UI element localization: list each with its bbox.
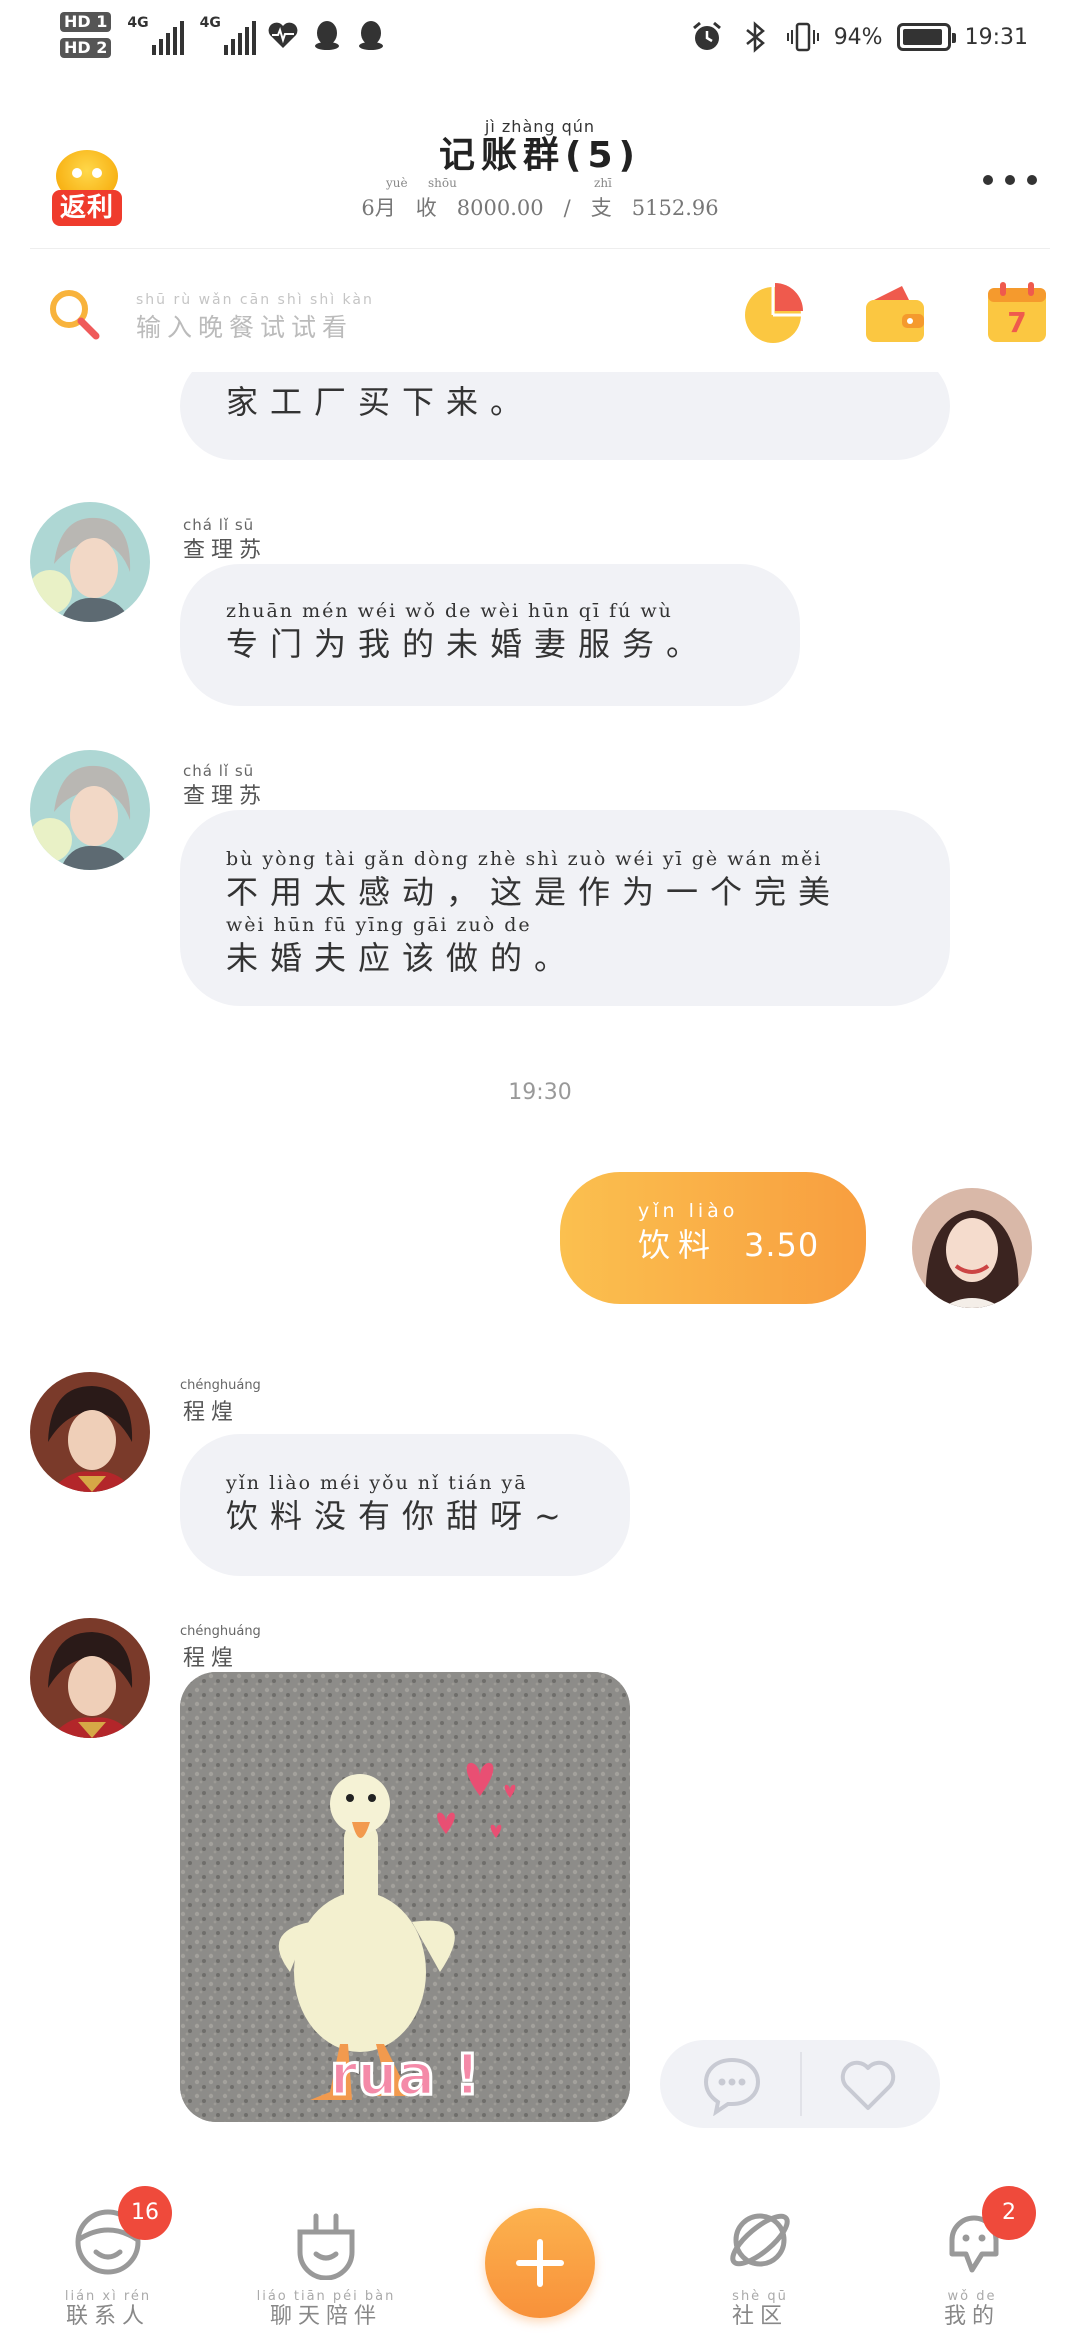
expense-category: 饮料 bbox=[638, 1226, 719, 1264]
expense-record-bubble[interactable]: yǐn liào 饮料 3.50 bbox=[560, 1172, 866, 1304]
signal-1-icon: 4G bbox=[127, 15, 184, 55]
nav-community[interactable]: shè qū 社区 bbox=[680, 2200, 840, 2330]
avatar-charlie-su[interactable] bbox=[30, 502, 150, 622]
bottom-nav: 16 lián xì rén 联系人 liáo tiān péi bàn 聊天陪… bbox=[0, 2180, 1080, 2340]
header-divider bbox=[30, 248, 1050, 249]
message-bubble-partial[interactable]: 家工厂买下来。 bbox=[180, 372, 950, 460]
search-row: shū rù wǎn cān shì shì kàn 输入晚餐试试看 7 bbox=[0, 262, 1080, 370]
nav-label: 聊天陪伴 bbox=[269, 2304, 382, 2329]
expense-label: 支 bbox=[590, 196, 612, 220]
sticker-caption: rua ! bbox=[328, 2042, 481, 2110]
expense-value: 5152.96 bbox=[631, 196, 719, 220]
nav-contacts[interactable]: 16 lián xì rén 联系人 bbox=[28, 2186, 188, 2330]
qq-icon bbox=[314, 21, 339, 50]
expense-amount: 3.50 bbox=[744, 1226, 820, 1264]
alarm-icon bbox=[692, 21, 721, 50]
battery-percent: 94% bbox=[833, 24, 883, 50]
sim1-indicator: HD 1 bbox=[60, 12, 112, 32]
chat-companion-icon bbox=[297, 2213, 355, 2281]
income-value: 8000.00 bbox=[456, 196, 544, 220]
income-label: 收 bbox=[415, 196, 437, 220]
add-record-button[interactable] bbox=[485, 2208, 595, 2318]
avatar-cheng-huang[interactable] bbox=[30, 1372, 150, 1492]
pie-chart-icon[interactable] bbox=[740, 280, 806, 346]
message-bubble[interactable]: zhuān mén wéi wǒ de wèi hūn qī fú wù 专门为… bbox=[180, 564, 800, 706]
message-bubble[interactable]: yǐn liào méi yǒu nǐ tián yā 饮料没有你甜呀~ bbox=[180, 1434, 630, 1576]
qq-icon bbox=[358, 21, 383, 50]
chat-title-block: jì zhàng qún 记账群(5) bbox=[0, 118, 1080, 176]
title-pinyin: jì zhàng qún bbox=[484, 117, 596, 136]
more-options-button[interactable] bbox=[970, 165, 1050, 195]
reaction-bar bbox=[660, 2040, 940, 2128]
avatar-charlie-su[interactable] bbox=[30, 750, 150, 870]
contacts-badge: 16 bbox=[118, 2186, 172, 2240]
vibrate-icon bbox=[786, 22, 819, 52]
nav-label: 社区 bbox=[731, 2304, 788, 2329]
signal-2-icon: 4G bbox=[200, 15, 256, 55]
battery-icon bbox=[896, 23, 956, 51]
sender-name: 程煌 bbox=[183, 1400, 240, 1425]
chat-area[interactable]: 家工厂买下来。 chá lǐ sū 查理苏 zhuān mén wéi wǒ d… bbox=[0, 372, 1080, 2172]
avatar-me[interactable] bbox=[912, 1188, 1032, 1308]
comment-icon[interactable] bbox=[700, 2052, 764, 2116]
calendar-day: 7 bbox=[1007, 306, 1026, 339]
page-title: 记账群(5) bbox=[439, 135, 641, 176]
message-timestamp: 19:30 bbox=[508, 1080, 572, 1105]
sender-name: 查理苏 bbox=[183, 538, 268, 563]
summary-month: 6月 bbox=[361, 196, 396, 220]
nav-profile[interactable]: 2 wǒ de 我的 bbox=[892, 2186, 1052, 2330]
clock: 19:31 bbox=[964, 24, 1028, 50]
nav-chat-companion[interactable]: liáo tiān péi bàn 聊天陪伴 bbox=[246, 2200, 406, 2330]
planet-icon bbox=[730, 2213, 790, 2267]
nav-label: 我的 bbox=[943, 2304, 1000, 2329]
status-bar: HD 1 HD 2 4G 4G 94% 19:31 bbox=[0, 0, 1080, 90]
bluetooth-icon bbox=[745, 21, 765, 53]
sim2-indicator: HD 2 bbox=[60, 38, 112, 58]
search-icon[interactable] bbox=[44, 284, 104, 344]
sender-name: 程煌 bbox=[183, 1646, 240, 1671]
message-bubble[interactable]: bù yòng tài gǎn dòng zhè shì zuò wéi yī … bbox=[180, 810, 950, 1006]
nav-label: 联系人 bbox=[65, 2304, 150, 2329]
avatar-cheng-huang[interactable] bbox=[30, 1618, 150, 1738]
more-dots-icon bbox=[983, 175, 993, 185]
search-placeholder: 输入晚餐试试看 bbox=[136, 313, 354, 342]
sticker-image[interactable]: rua ! bbox=[180, 1672, 630, 2122]
calendar-icon[interactable]: 7 bbox=[984, 280, 1050, 346]
monthly-summary: 6月 收 8000.00 / 支 5152.96 yuè shōu zhī bbox=[361, 176, 719, 220]
search-input[interactable]: shū rù wǎn cān shì shì kàn 输入晚餐试试看 bbox=[136, 292, 374, 344]
heart-rate-icon bbox=[268, 22, 298, 48]
profile-badge: 2 bbox=[982, 2186, 1036, 2240]
sender-name: 查理苏 bbox=[183, 784, 268, 809]
wallet-icon[interactable] bbox=[862, 280, 928, 346]
like-heart-icon[interactable] bbox=[836, 2052, 900, 2116]
